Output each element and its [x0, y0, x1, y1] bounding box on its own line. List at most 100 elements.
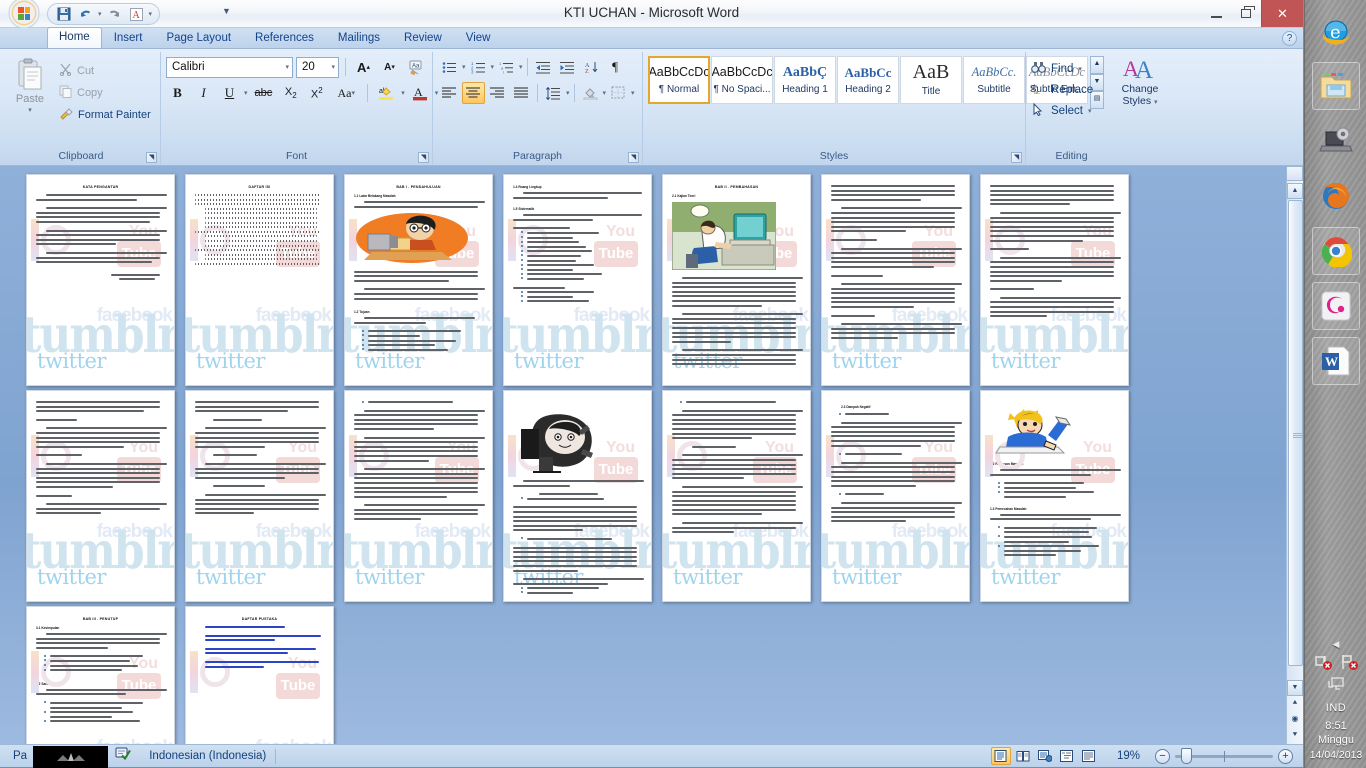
laptop-settings-icon[interactable]: [1312, 117, 1360, 165]
clear-formatting-button[interactable]: Aa: [404, 56, 428, 78]
style-normal[interactable]: AaBbCcDc ¶ Normal: [648, 56, 710, 104]
language-indicator[interactable]: IND: [1326, 702, 1346, 714]
decrease-indent-button[interactable]: [532, 56, 555, 78]
align-right-button[interactable]: [486, 82, 509, 104]
bullets-button[interactable]: [438, 56, 461, 78]
styles-dialog-launcher[interactable]: ◥: [1011, 152, 1022, 163]
windows-explorer-icon[interactable]: [1311, 62, 1360, 110]
clock-time[interactable]: 8:51: [1325, 720, 1346, 732]
office-button[interactable]: [2, 0, 48, 30]
increase-indent-button[interactable]: [556, 56, 579, 78]
page-thumbnail[interactable]: You Tube facebook tumblr. twitter: [344, 390, 493, 602]
shrink-font-button[interactable]: A ▾: [378, 56, 401, 78]
underline-dropdown-icon[interactable]: ▾: [244, 89, 248, 97]
find-button[interactable]: Find ▾: [1031, 58, 1082, 79]
redo-icon[interactable]: [105, 5, 124, 23]
page-number-status[interactable]: Pa: [4, 747, 36, 766]
undo-dropdown-icon[interactable]: ▾: [98, 10, 102, 18]
page-thumbnail[interactable]: You Tube facebook tumblr. twitter 1.4 Ru…: [503, 174, 652, 386]
borders-dropdown-icon[interactable]: ▾: [631, 89, 635, 97]
maximize-button[interactable]: [1231, 0, 1261, 27]
line-spacing-button[interactable]: [542, 82, 565, 104]
select-dropdown-icon[interactable]: ▾: [1088, 107, 1092, 115]
network-disconnected-icon[interactable]: [1314, 654, 1333, 674]
page-thumbnail[interactable]: You Tube facebook tumblr. twitter: [26, 390, 175, 602]
italic-button[interactable]: I: [192, 82, 215, 104]
tab-mailings[interactable]: Mailings: [326, 28, 392, 48]
paste-dropdown-icon[interactable]: ▾: [28, 106, 32, 114]
align-center-button[interactable]: [462, 82, 485, 104]
style-subtitle[interactable]: AaBbCc. Subtitle: [963, 56, 1025, 104]
page-thumbnail[interactable]: You Tube facebook tumblr. twitter BAB I …: [344, 174, 493, 386]
strikethrough-button[interactable]: abc: [251, 82, 277, 104]
select-browse-object-button[interactable]: ◉: [1287, 712, 1303, 728]
paste-button[interactable]: Paste ▾: [7, 56, 53, 114]
system-tray[interactable]: ◀ IND 8:51 Minggu 14/04/2013: [1305, 639, 1366, 768]
sort-button[interactable]: AZ: [580, 56, 603, 78]
copy-button[interactable]: Copy: [59, 83, 151, 102]
close-button[interactable]: ✕: [1261, 0, 1303, 27]
align-left-button[interactable]: [438, 82, 461, 104]
subscript-button[interactable]: X2: [279, 82, 302, 104]
zoom-track[interactable]: [1175, 747, 1273, 764]
page-thumbnail[interactable]: You Tube facebook tumblr. twitter DAFTAR…: [185, 174, 334, 386]
split-window-handle[interactable]: [1286, 166, 1303, 181]
bold-button[interactable]: B: [166, 82, 189, 104]
multilevel-list-button[interactable]: 1ai: [495, 56, 518, 78]
multilevel-dropdown-icon[interactable]: ▾: [519, 63, 523, 71]
page-thumbnail[interactable]: You Tube facebook tumblr. twitter: [185, 390, 334, 602]
view-buttons[interactable]: [982, 747, 1108, 766]
firefox-icon[interactable]: [1312, 172, 1360, 220]
borders-button[interactable]: [607, 82, 630, 104]
ribbon-tabs[interactable]: Home Insert Page Layout References Maili…: [0, 27, 1303, 49]
clock-date[interactable]: 14/04/2013: [1310, 749, 1363, 762]
page-thumbnail[interactable]: You Tube facebook tumblr. twitter 2.3 Da…: [821, 390, 970, 602]
page-thumbnail[interactable]: You Tube facebook tumblr. twitter: [980, 390, 1129, 602]
page-thumbnail[interactable]: You Tube facebook tumblr. twitter: [980, 174, 1129, 386]
print-layout-view-button[interactable]: [990, 747, 1011, 765]
language-status[interactable]: Indonesian (Indonesia): [140, 747, 275, 766]
tab-insert[interactable]: Insert: [102, 28, 155, 48]
taskbar[interactable]: e W ◀ IND 8:51 Minggu 14/04/2013: [1304, 0, 1366, 768]
underline-button[interactable]: U: [218, 82, 241, 104]
style-no-spacing[interactable]: AaBbCcDc ¶ No Spaci...: [711, 56, 773, 104]
tab-view[interactable]: View: [454, 28, 503, 48]
format-painter-button[interactable]: Format Painter: [59, 105, 151, 124]
zoom-thumb[interactable]: [1181, 747, 1192, 764]
page-thumbnail[interactable]: You Tube facebook tumblr. twitter: [821, 174, 970, 386]
save-icon[interactable]: [54, 5, 73, 23]
word-icon[interactable]: W: [1311, 337, 1360, 385]
wireless-disconnected-icon[interactable]: [1340, 654, 1359, 674]
pages-container[interactable]: You Tube facebook tumblr. twitter KATA P…: [0, 166, 1286, 744]
tab-home[interactable]: Home: [47, 27, 102, 48]
clock-day[interactable]: Minggu: [1318, 734, 1354, 747]
page-thumbnail[interactable]: You Tube facebook tumblr. twitter KATA P…: [26, 174, 175, 386]
scrollbar-thumb[interactable]: [1288, 200, 1303, 666]
chrome-icon[interactable]: [1311, 227, 1360, 275]
zoom-level[interactable]: 19%: [1108, 747, 1149, 766]
style-heading-1[interactable]: AaBbÇ Heading 1: [774, 56, 836, 104]
camfrog-icon[interactable]: [1311, 282, 1360, 330]
full-screen-reading-view-button[interactable]: [1013, 747, 1033, 765]
bullets-dropdown-icon[interactable]: ▾: [462, 63, 466, 71]
shading-button[interactable]: [579, 82, 602, 104]
font-name-dropdown-icon[interactable]: ▾: [285, 63, 289, 71]
display-icon[interactable]: [1327, 676, 1346, 695]
ribbon[interactable]: Paste ▾ Cut Copy Format Painter Clipboar…: [0, 49, 1303, 166]
previous-page-button[interactable]: ⯅: [1287, 696, 1303, 712]
page-thumbnail[interactable]: You Tube facebook tumblr. twitter BAB II…: [26, 606, 175, 744]
tab-references[interactable]: References: [243, 28, 326, 48]
undo-icon[interactable]: [76, 5, 95, 23]
line-spacing-dropdown-icon[interactable]: ▾: [566, 89, 570, 97]
vertical-scrollbar[interactable]: ▲ ▼ ⯅ ◉ ⯆: [1286, 166, 1303, 744]
superscript-button[interactable]: X2: [305, 82, 328, 104]
quick-style-icon[interactable]: A: [127, 5, 146, 23]
clipboard-dialog-launcher[interactable]: ◥: [146, 152, 157, 163]
font-name-combo[interactable]: Calibri ▾: [166, 56, 293, 78]
document-area[interactable]: You Tube facebook tumblr. twitter KATA P…: [0, 166, 1303, 744]
tab-review[interactable]: Review: [392, 28, 454, 48]
page-thumbnail[interactable]: You Tube facebook tumblr. twitter: [662, 390, 811, 602]
text-highlight-button[interactable]: ab: [374, 82, 398, 104]
tab-page-layout[interactable]: Page Layout: [154, 28, 243, 48]
style-title[interactable]: AaB Title: [900, 56, 962, 104]
